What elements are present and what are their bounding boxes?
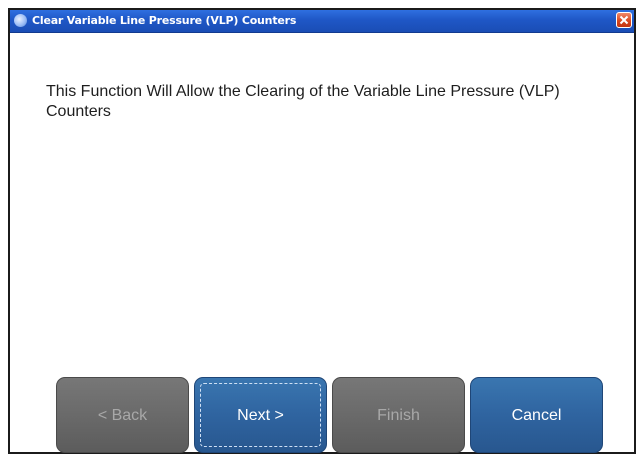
dialog-window: Clear Variable Line Pressure (VLP) Count… — [0, 0, 642, 462]
info-globe-icon — [14, 14, 27, 27]
window-title: Clear Variable Line Pressure (VLP) Count… — [32, 14, 297, 27]
close-button[interactable] — [616, 12, 632, 28]
next-button[interactable]: Next > — [194, 377, 327, 453]
finish-button[interactable]: Finish — [332, 377, 465, 453]
close-icon — [619, 15, 629, 25]
dialog-frame: Clear Variable Line Pressure (VLP) Count… — [8, 8, 636, 454]
back-button[interactable]: < Back — [56, 377, 189, 453]
cancel-button[interactable]: Cancel — [470, 377, 603, 453]
message-text: This Function Will Allow the Clearing of… — [46, 83, 560, 120]
button-bar: < Back Next > Finish Cancel — [56, 377, 616, 453]
title-bar[interactable]: Clear Variable Line Pressure (VLP) Count… — [10, 10, 634, 33]
